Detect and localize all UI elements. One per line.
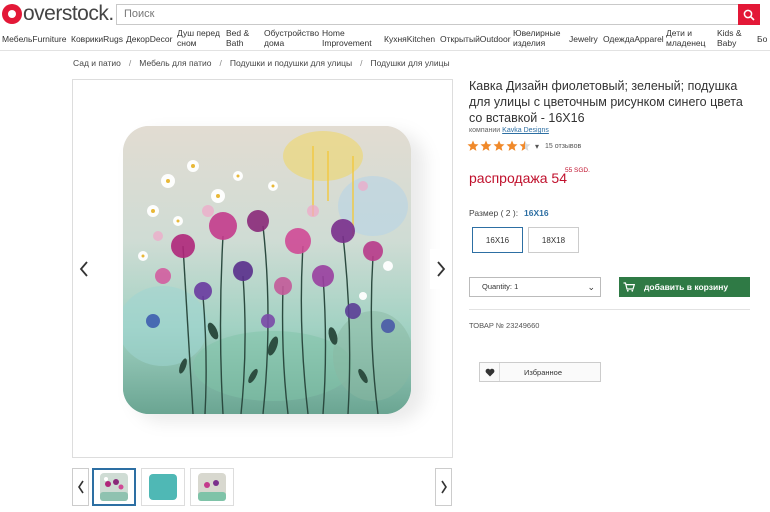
- add-to-cart-button[interactable]: добавить в корзину: [619, 277, 750, 297]
- selected-size: 16X16: [524, 208, 549, 218]
- thumbnail-floral[interactable]: [92, 468, 136, 506]
- brand-link[interactable]: Kavka Designs: [502, 127, 549, 134]
- chevron-left-icon: [77, 480, 84, 494]
- nav-item-shower[interactable]: Душ перед сном: [177, 28, 223, 48]
- thumbnail-floral-alt[interactable]: [190, 468, 234, 506]
- floral-pattern: [123, 126, 411, 414]
- nav-item-home-improvement[interactable]: Home Improvement: [322, 28, 378, 48]
- search-button[interactable]: [738, 4, 760, 25]
- nav-item-home-decor[interactable]: Обустройство дома: [264, 28, 320, 48]
- star-full-icon: [493, 140, 505, 151]
- add-to-cart-label: добавить в корзину: [644, 282, 729, 292]
- cart-icon: [623, 282, 635, 292]
- size-option-18x18[interactable]: 18X18: [528, 227, 579, 253]
- item-number: ТОВАР № 23249660: [469, 321, 540, 330]
- chevron-right-icon: [437, 261, 446, 277]
- breadcrumb-separator: /: [219, 58, 222, 68]
- thumbnail-teal[interactable]: [141, 468, 185, 506]
- favorite-button[interactable]: Избранное: [479, 362, 601, 382]
- nav-item-more[interactable]: Бо: [757, 34, 767, 45]
- size-label: Размер ( 2 ):: [469, 208, 519, 218]
- breadcrumb-item[interactable]: Сад и патио: [73, 58, 121, 68]
- breadcrumb-item[interactable]: Мебель для патио: [139, 58, 211, 68]
- sale-price: распродажа 54: [469, 170, 567, 186]
- breadcrumb-separator: /: [360, 58, 363, 68]
- nav-item-apparel[interactable]: ОдеждаApparel: [603, 34, 664, 45]
- brand-line: компании Kavka Designs: [469, 127, 549, 134]
- overstock-logo[interactable]: overstock.: [2, 3, 114, 25]
- product-image-viewer[interactable]: [72, 79, 453, 458]
- chevron-left-icon: [79, 261, 88, 277]
- review-count[interactable]: 15 отзывов: [545, 143, 581, 150]
- quantity-value: Quantity: 1: [482, 282, 519, 291]
- breadcrumb-separator: /: [128, 58, 132, 68]
- product-title: Кавка Дизайн фиолетовый; зеленый; подушк…: [469, 79, 743, 125]
- price-cents-currency: 55 SGD.: [565, 167, 590, 174]
- site-header: overstock. Поиск: [0, 0, 770, 30]
- thumbs-next-button[interactable]: [435, 468, 452, 506]
- breadcrumb-item[interactable]: Подушки для улицы: [370, 58, 449, 68]
- search-input[interactable]: Поиск: [116, 4, 738, 25]
- category-nav: МебельFurniture КоврикиRugs ДекорDecor Д…: [0, 28, 770, 51]
- thumbnail-image: [149, 474, 177, 500]
- nav-item-kitchen[interactable]: КухняKitchen: [384, 34, 435, 45]
- quantity-select[interactable]: Quantity: 1 ⌄: [469, 277, 601, 297]
- search-icon: [743, 9, 755, 21]
- logo-mark-icon: [2, 4, 22, 24]
- star-full-icon: [467, 140, 479, 151]
- prev-image-button[interactable]: [73, 249, 95, 289]
- star-full-icon: [506, 140, 518, 151]
- nav-item-outdoor[interactable]: ОткрытыйOutdoor: [440, 34, 511, 45]
- next-image-button[interactable]: [430, 249, 452, 289]
- breadcrumb: Сад и патио / Мебель для патио / Подушки и п…: [73, 58, 450, 68]
- nav-item-kids-ru[interactable]: Дети и младенец: [666, 28, 712, 48]
- chevron-right-icon: [440, 480, 447, 494]
- nav-item-jewelry[interactable]: Jewelry: [569, 34, 598, 45]
- thumbs-prev-button[interactable]: [72, 468, 89, 506]
- star-half-icon: [519, 140, 531, 151]
- size-option-16x16[interactable]: 16X16: [472, 227, 523, 253]
- nav-item-decor[interactable]: ДекорDecor: [126, 34, 172, 45]
- nav-item-jewelry-ru[interactable]: Ювелирные изделия: [513, 28, 565, 48]
- heart-icon: [480, 363, 500, 381]
- thumbnail-image: [100, 473, 128, 501]
- logo-text: overstock.: [23, 2, 114, 25]
- rating-summary[interactable]: ▾ 15 отзывов: [467, 140, 581, 152]
- nav-item-furniture[interactable]: МебельFurniture: [2, 34, 66, 45]
- nav-item-bed-bath[interactable]: Bed & Bath: [226, 28, 258, 48]
- favorite-label: Избранное: [523, 367, 562, 377]
- nav-item-rugs[interactable]: КоврикиRugs: [71, 34, 123, 45]
- nav-item-kids-baby[interactable]: Kids & Baby: [717, 28, 751, 48]
- product-image: [123, 126, 411, 414]
- chevron-down-icon: ⌄: [587, 282, 595, 292]
- chevron-down-icon[interactable]: ▾: [535, 142, 539, 151]
- breadcrumb-item[interactable]: Подушки и подушки для улицы: [230, 58, 352, 68]
- thumbnail-image: [198, 473, 226, 501]
- brand-prefix: компании: [469, 127, 501, 134]
- divider: [469, 309, 750, 310]
- star-full-icon: [480, 140, 492, 151]
